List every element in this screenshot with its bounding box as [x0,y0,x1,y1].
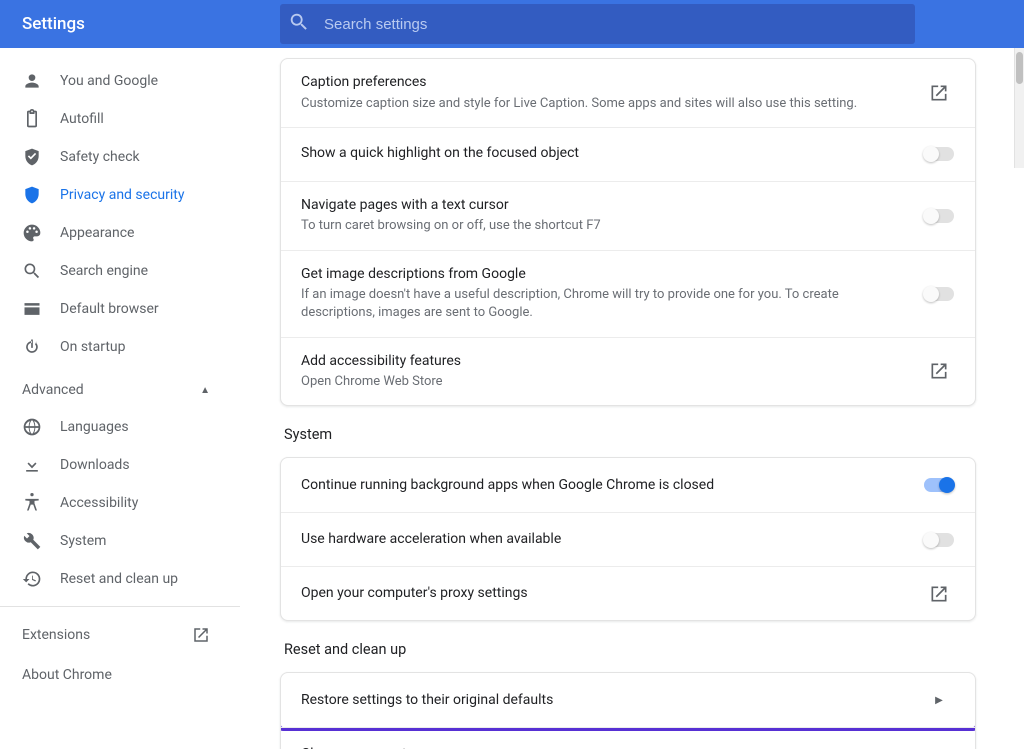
sidebar-item-you[interactable]: You and Google [0,62,240,100]
clipboard-icon [22,109,42,129]
sidebar-item-appearance[interactable]: Appearance [0,214,240,252]
sidebar-item-label: Accessibility [60,495,138,511]
sidebar-item-reset[interactable]: Reset and clean up [0,560,240,598]
palette-icon [22,223,42,243]
chevron-right-icon: ▶ [923,695,955,706]
row-title: Use hardware acceleration when available [301,530,893,550]
row-caption-prefs[interactable]: Caption preferences Customize caption si… [281,59,975,127]
row-subtitle: Open Chrome Web Store [301,373,893,391]
sidebar-extensions-link[interactable]: Extensions [0,615,240,655]
toggle-background-apps[interactable] [924,478,954,492]
section-heading-system: System [280,406,976,457]
sidebar-item-label: Downloads [60,457,130,473]
sidebar-item-search-engine[interactable]: Search engine [0,252,240,290]
toggle-caret-browsing[interactable] [924,209,954,223]
search-wrap[interactable] [280,4,915,44]
toggle-image-descriptions[interactable] [924,287,954,301]
advanced-label: Advanced [22,382,84,398]
row-subtitle: Customize caption size and style for Liv… [301,95,893,113]
toggle-focus-highlight[interactable] [924,147,954,161]
sidebar-item-startup[interactable]: On startup [0,328,240,366]
row-title: Restore settings to their original defau… [301,691,893,711]
row-proxy-settings[interactable]: Open your computer's proxy settings [281,566,975,620]
sidebar-item-label: System [60,533,106,549]
sidebar-item-accessibility[interactable]: Accessibility [0,484,240,522]
wrench-icon [22,531,42,551]
sidebar-about-link[interactable]: About Chrome [0,655,240,695]
outer-scrollbar[interactable] [1014,48,1024,168]
sidebar-item-label: Privacy and security [60,187,184,203]
toggle-hw-accel[interactable] [924,533,954,547]
open-in-new-icon [923,83,955,103]
sidebar-divider [0,606,240,607]
chevron-up-icon: ▲ [200,385,210,396]
shield-check-icon [22,147,42,167]
header-bar: Settings [0,0,1024,48]
main-content[interactable]: Caption preferences Customize caption si… [240,48,1016,749]
sidebar-item-label: On startup [60,339,126,355]
row-title: Caption preferences [301,73,893,93]
row-title: Continue running background apps when Go… [301,476,893,496]
row-title: Navigate pages with a text cursor [301,196,893,216]
row-focus-highlight[interactable]: Show a quick highlight on the focused ob… [281,127,975,181]
sidebar-item-autofill[interactable]: Autofill [0,100,240,138]
row-title: Clean up computer [301,745,893,749]
row-background-apps[interactable]: Continue running background apps when Go… [281,458,975,512]
row-restore-defaults[interactable]: Restore settings to their original defau… [281,673,975,727]
sidebar-item-label: Languages [60,419,129,435]
reset-card: Restore settings to their original defau… [280,672,976,749]
search-icon [22,261,42,281]
open-in-new-icon [192,626,210,644]
sidebar-item-label: Search engine [60,263,148,279]
accessibility-icon [22,493,42,513]
row-title: Open your computer's proxy settings [301,584,893,604]
restore-icon [22,569,42,589]
row-subtitle: To turn caret browsing on or off, use th… [301,217,893,235]
row-title: Show a quick highlight on the focused ob… [301,144,893,164]
sidebar-item-label: You and Google [60,73,158,89]
sidebar-item-system[interactable]: System [0,522,240,560]
row-cleanup-computer[interactable]: Clean up computer ▶ [281,727,975,749]
row-add-a11y-features[interactable]: Add accessibility features Open Chrome W… [281,337,975,406]
person-icon [22,71,42,91]
shield-icon [22,185,42,205]
sidebar-item-privacy[interactable]: Privacy and security [0,176,240,214]
sidebar-item-label: Reset and clean up [60,571,178,587]
row-title: Add accessibility features [301,352,893,372]
row-subtitle: If an image doesn't have a useful descri… [301,286,893,322]
sidebar-item-downloads[interactable]: Downloads [0,446,240,484]
browser-icon [22,299,42,319]
row-title: Get image descriptions from Google [301,265,893,285]
section-heading-reset: Reset and clean up [280,621,976,672]
system-card: Continue running background apps when Go… [280,457,976,621]
about-label: About Chrome [22,667,112,683]
sidebar: You and Google Autofill Safety check Pri… [0,48,240,749]
search-icon [288,11,324,37]
sidebar-item-label: Appearance [60,225,134,241]
row-image-descriptions[interactable]: Get image descriptions from Google If an… [281,250,975,337]
open-in-new-icon [923,361,955,381]
sidebar-item-label: Autofill [60,111,104,127]
header-title: Settings [0,14,280,34]
open-in-new-icon [923,584,955,604]
power-icon [22,337,42,357]
sidebar-item-label: Default browser [60,301,159,317]
row-hw-accel[interactable]: Use hardware acceleration when available [281,512,975,566]
search-input[interactable] [324,16,907,33]
row-caret-browsing[interactable]: Navigate pages with a text cursor To tur… [281,181,975,250]
sidebar-advanced-header[interactable]: Advanced ▲ [0,372,240,408]
download-icon [22,455,42,475]
sidebar-item-languages[interactable]: Languages [0,408,240,446]
sidebar-item-default-browser[interactable]: Default browser [0,290,240,328]
accessibility-card: Caption preferences Customize caption si… [280,58,976,406]
extensions-label: Extensions [22,627,90,643]
globe-icon [22,417,42,437]
sidebar-item-label: Safety check [60,149,140,165]
sidebar-item-safety[interactable]: Safety check [0,138,240,176]
